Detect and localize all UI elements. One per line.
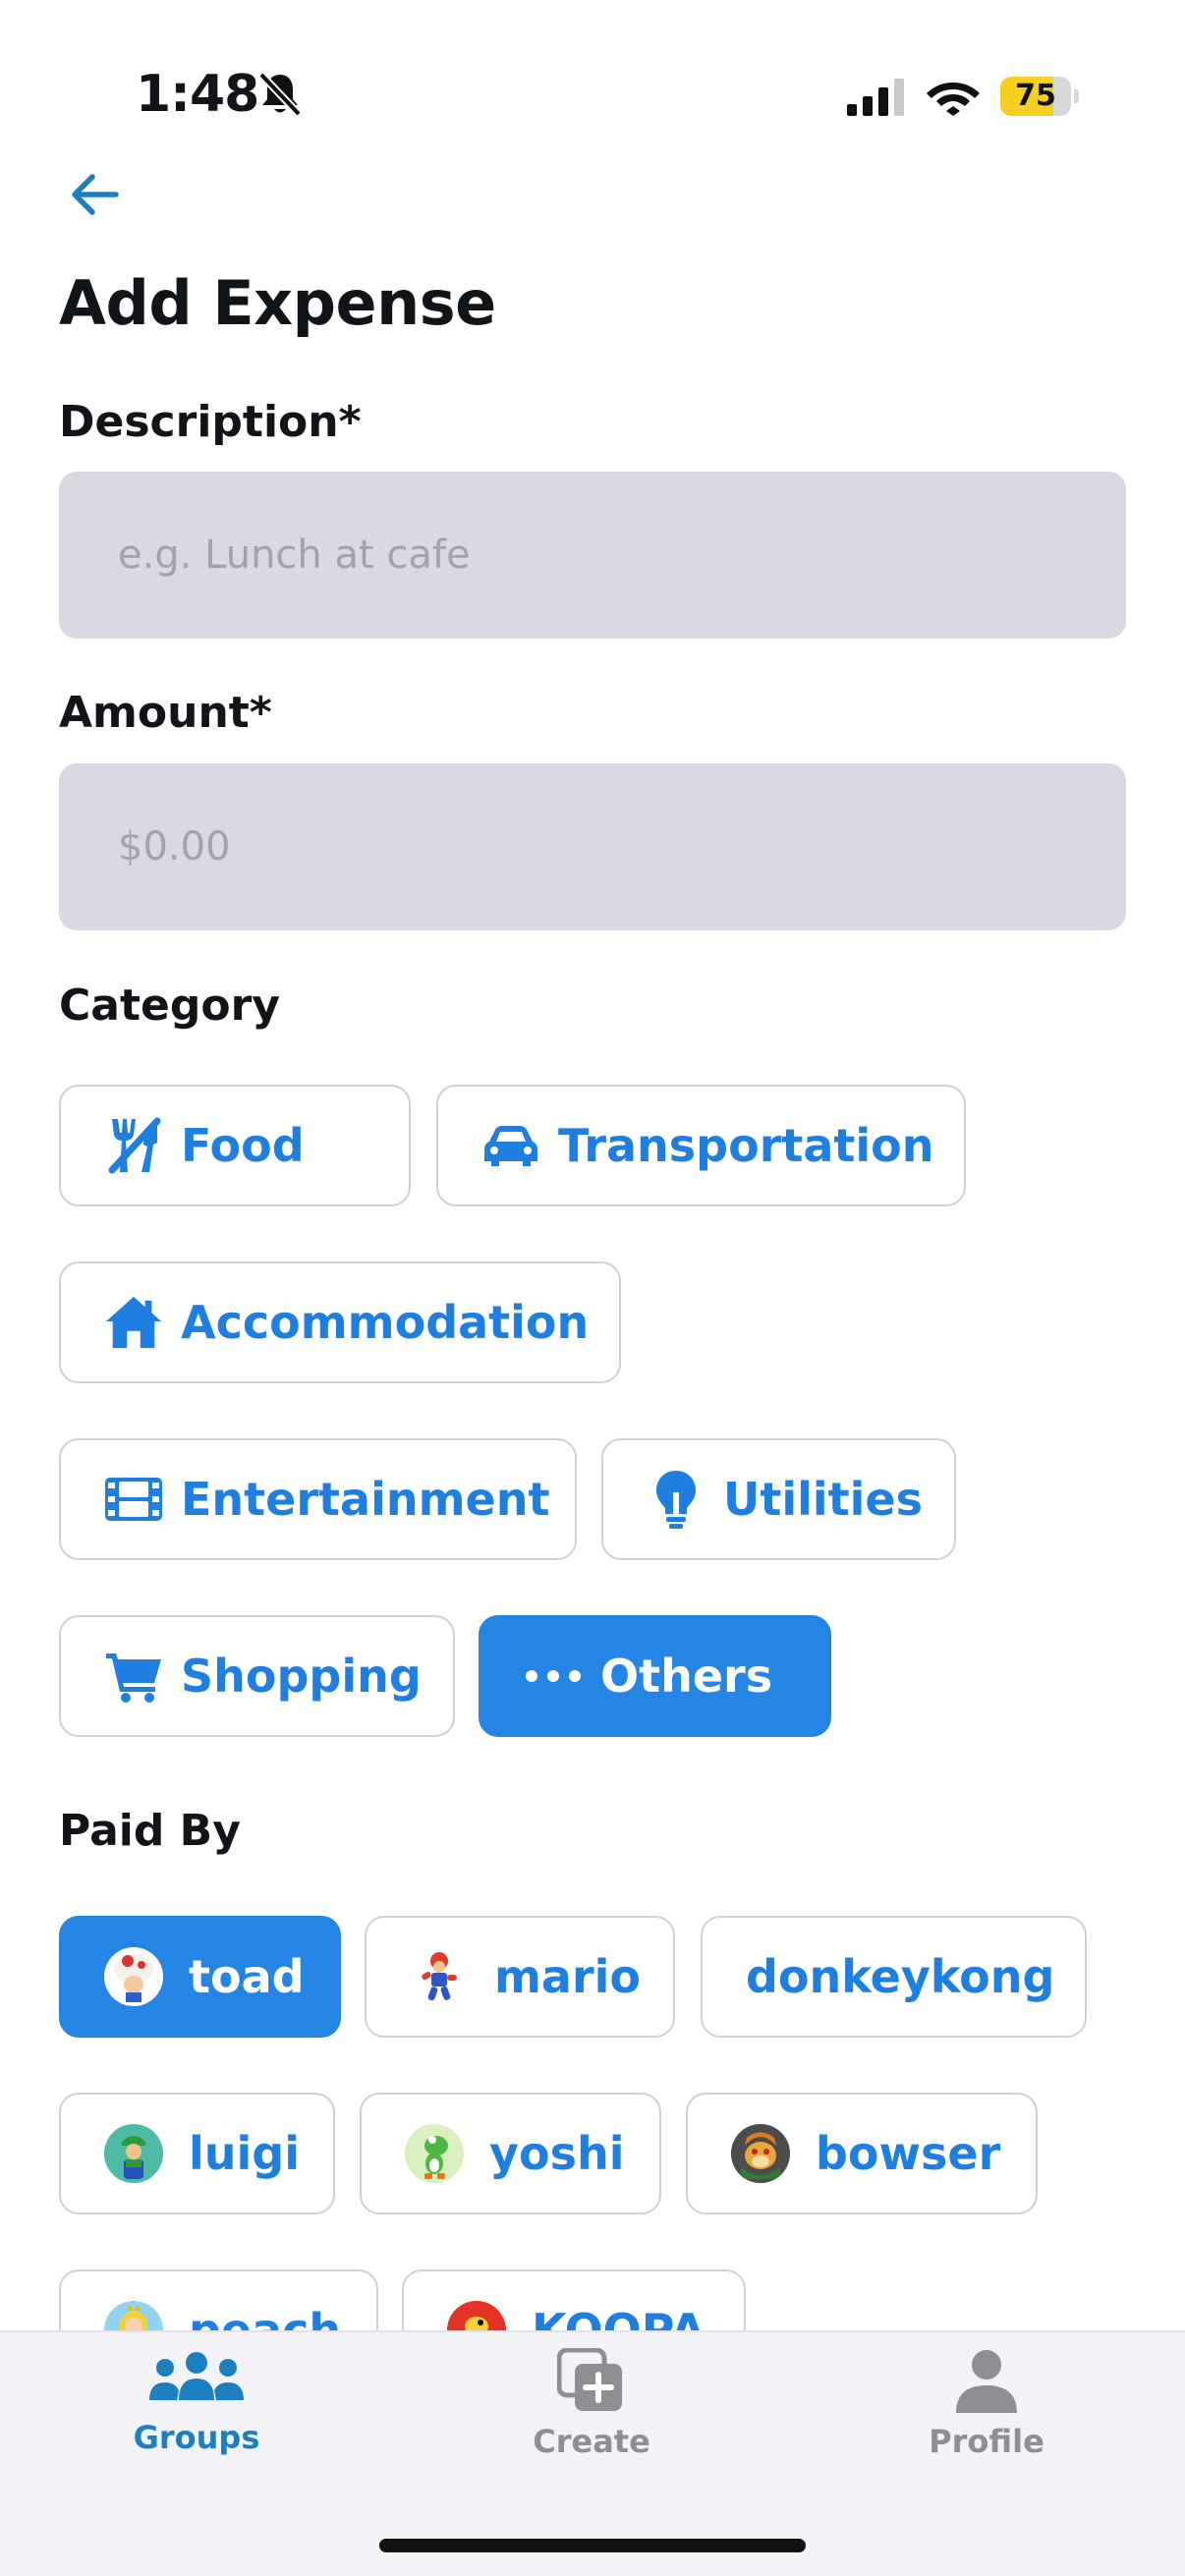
ellipsis-icon — [524, 1647, 583, 1706]
category-chip-label: Shopping — [181, 1650, 422, 1703]
category-chip-label: Utilities — [723, 1473, 923, 1526]
tab-create[interactable]: Create — [474, 2348, 709, 2460]
home-indicator — [379, 2539, 806, 2552]
amount-label: Amount* — [59, 688, 272, 738]
category-chip-food[interactable]: Food — [59, 1085, 411, 1206]
category-chip-entertainment[interactable]: Entertainment — [59, 1438, 577, 1560]
member-name: yoshi — [489, 2127, 625, 2180]
mario-avatar — [410, 1947, 469, 2006]
tab-label: Groups — [133, 2419, 260, 2456]
member-name: peach — [189, 2304, 342, 2330]
paid-by-chip-peach[interactable]: peach — [59, 2269, 378, 2330]
member-name: KOOPA — [532, 2304, 705, 2330]
arrow-left-icon — [72, 174, 119, 215]
description-label: Description* — [59, 397, 362, 447]
tab-groups[interactable]: Groups — [79, 2348, 314, 2456]
amount-input[interactable] — [59, 763, 1126, 930]
paid-by-chip-toad[interactable]: toad — [59, 1916, 341, 2038]
house-icon — [104, 1293, 163, 1352]
status-bar: 1:48 75 — [0, 0, 1185, 147]
tab-label: Create — [533, 2423, 650, 2460]
battery-indicator: 75 — [1000, 77, 1079, 116]
paid-by-chip-yoshi[interactable]: yoshi — [360, 2093, 661, 2214]
paid-by-chip-koopa[interactable]: KOOPA — [402, 2269, 746, 2330]
person-icon — [932, 2348, 1041, 2413]
battery-percent: 75 — [1015, 79, 1056, 113]
create-icon — [537, 2348, 646, 2413]
people-icon — [142, 2348, 251, 2409]
film-icon — [104, 1470, 163, 1529]
status-time: 1:48 — [136, 65, 259, 124]
category-chip-label: Accommodation — [181, 1296, 590, 1349]
bowser-avatar — [731, 2124, 790, 2183]
paid-by-chip-mario[interactable]: mario — [365, 1916, 675, 2038]
luigi-avatar — [104, 2124, 163, 2183]
paid-by-chip-donkeykong[interactable]: donkeykong — [701, 1916, 1087, 2038]
bell-muted-icon — [258, 72, 302, 117]
category-chip-accommodation[interactable]: Accommodation — [59, 1261, 621, 1383]
yoshi-avatar — [405, 2124, 464, 2183]
category-chip-label: Food — [181, 1119, 305, 1172]
page-title: Add Expense — [59, 267, 496, 339]
category-chip-label: Others — [600, 1650, 773, 1703]
cart-icon — [104, 1647, 163, 1706]
paid-by-chip-bowser[interactable]: bowser — [686, 2093, 1038, 2214]
paid-by-label: Paid By — [59, 1806, 241, 1856]
category-chip-label: Entertainment — [181, 1473, 550, 1526]
member-name: donkeykong — [746, 1950, 1055, 2003]
koopa-avatar — [447, 2301, 506, 2330]
category-chip-shopping[interactable]: Shopping — [59, 1615, 455, 1737]
member-name: luigi — [189, 2127, 300, 2180]
wifi-icon — [927, 83, 980, 116]
paid-by-chip-luigi[interactable]: luigi — [59, 2093, 335, 2214]
category-chip-label: Transportation — [558, 1119, 934, 1172]
tab-label: Profile — [929, 2423, 1044, 2460]
peach-avatar — [104, 2301, 163, 2330]
back-button[interactable] — [55, 161, 134, 228]
utensils-icon — [104, 1116, 163, 1175]
member-name: mario — [494, 1950, 642, 2003]
description-input[interactable] — [59, 472, 1126, 639]
member-name: toad — [189, 1950, 305, 2003]
car-icon — [481, 1116, 540, 1175]
category-chip-utilities[interactable]: Utilities — [601, 1438, 956, 1560]
category-chip-others[interactable]: Others — [479, 1615, 831, 1737]
screen-content: 1:48 75 Add Expense Description* e.g. Lu… — [0, 0, 1185, 2330]
tab-profile[interactable]: Profile — [869, 2348, 1104, 2460]
category-label: Category — [59, 980, 280, 1031]
category-chip-transportation[interactable]: Transportation — [436, 1085, 966, 1206]
toad-avatar — [104, 1947, 163, 2006]
member-name: bowser — [816, 2127, 1001, 2180]
lightbulb-icon — [647, 1470, 705, 1529]
cellular-signal-icon — [847, 79, 904, 116]
